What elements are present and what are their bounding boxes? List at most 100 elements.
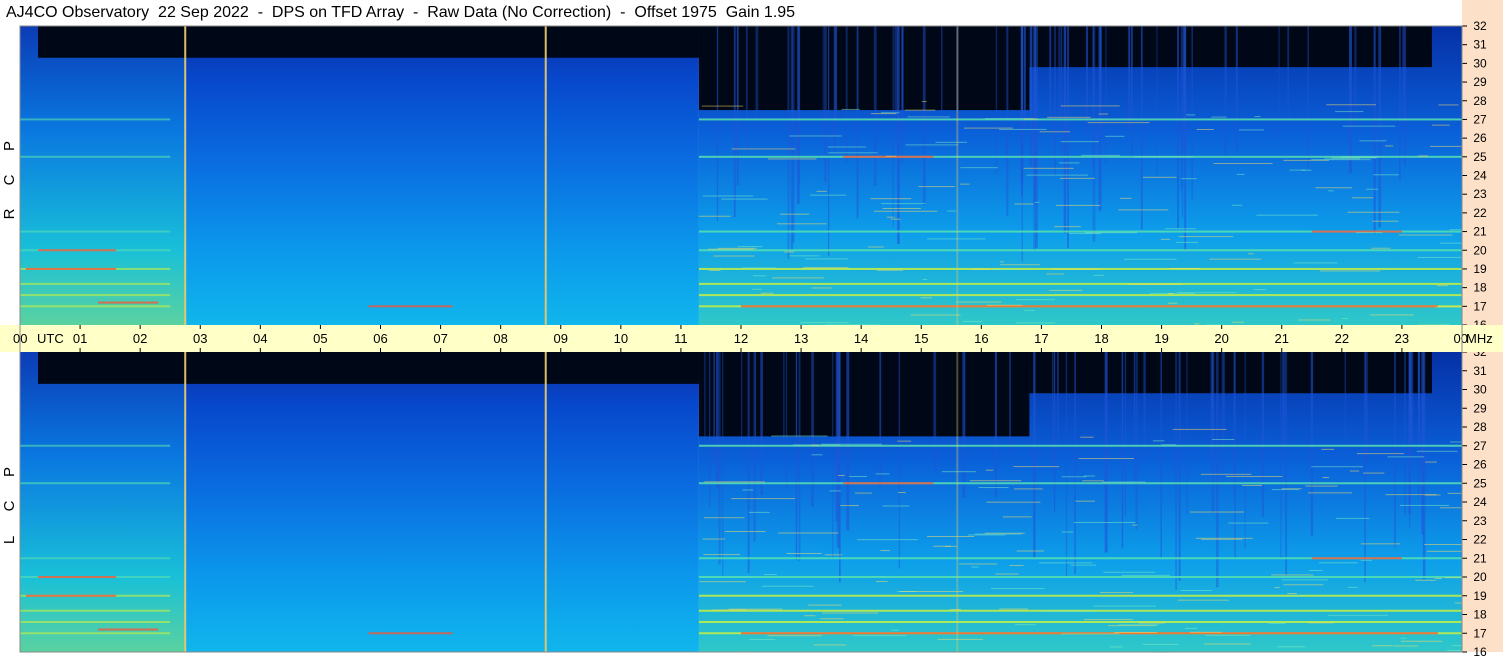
interference-streak [1364,352,1366,583]
speckle [1178,236,1234,238]
frequency-tick-label: 31 [1473,364,1487,378]
speckle [1283,584,1324,586]
speckle [752,275,767,277]
frequency-tick-label: 27 [1473,439,1487,453]
time-tick-label: 09 [554,331,568,346]
speckle [1194,323,1200,325]
interference-streak [1394,352,1396,548]
interference-streak [1033,26,1036,251]
interference-streak [1282,352,1285,448]
interference-streak [1029,26,1033,167]
speckle [990,588,1045,590]
speckle [918,186,956,188]
speckle [897,440,912,442]
speckle [813,644,847,646]
speckle [857,539,918,541]
speckle [849,476,868,478]
speckle [724,531,766,533]
dark-top-region [1029,352,1432,394]
frequency-tick-label: 28 [1473,94,1487,108]
speckle [1123,258,1177,260]
station-line [698,118,1462,121]
interference-streak [704,352,706,448]
station-line-hot [26,594,117,597]
station-line [698,282,1462,285]
speckle [875,473,890,475]
speckle [786,552,822,554]
speckle [1081,154,1121,156]
panel-lcp [20,352,1503,653]
interference-streak [1178,352,1181,581]
interference-streak [898,352,901,569]
speckle [986,501,1041,503]
speckle [963,127,1013,129]
dark-top-region [1029,26,1432,68]
interference-streak [1287,26,1290,129]
time-tick-label: 16 [974,331,988,346]
speckle [809,194,847,196]
speckle [854,492,872,494]
speckle [1203,643,1251,645]
interference-streak [1009,352,1011,460]
time-marker-line [544,352,547,652]
station-line [20,305,171,308]
speckle [1322,477,1330,479]
time-tick-label: 06 [373,331,387,346]
speckle [1436,285,1449,287]
interference-streak [792,26,795,243]
speckle [1059,162,1080,164]
time-axis-unit-label: UTC [37,331,64,346]
speckle [899,590,963,592]
interference-streak [1156,26,1158,177]
speckle [1049,289,1083,291]
speckle [713,255,755,257]
speckle [999,608,1028,610]
interference-streak [1135,352,1138,531]
speckle [1014,203,1034,205]
speckle [962,320,983,322]
interference-streak [833,26,837,151]
frequency-axis-unit-label: MHz [1466,331,1493,346]
speckle [926,535,975,537]
dark-top-region [38,352,699,384]
station-line-hot [38,576,117,578]
speckle [1120,197,1132,199]
interference-streak [1235,26,1238,151]
interference-streak [828,26,830,257]
interference-streak [1417,352,1420,498]
time-tick-label: 05 [313,331,327,346]
panel-rcp [20,26,1503,326]
speckle [760,292,774,294]
speckle [763,574,777,576]
speckle [699,581,746,583]
speckle [921,101,927,103]
speckle [707,248,754,250]
speckle [1105,135,1125,137]
station-line-hot [1311,557,1402,560]
speckle [1103,571,1156,573]
speckle [1181,178,1197,180]
speckle [1172,428,1227,430]
speckle [748,638,776,640]
speckle [1009,564,1024,566]
speckle [703,554,741,556]
speckle [1121,574,1170,576]
frequency-tick-label: 29 [1473,75,1487,89]
frequency-tick-label: 19 [1473,262,1487,276]
interference-streak [1057,352,1059,452]
speckle [1026,174,1088,176]
speckle [784,251,795,253]
time-tick-label: 03 [193,331,207,346]
speckle [1170,267,1201,269]
speckle [780,213,810,215]
speckle [1054,226,1081,228]
interference-streak [1224,26,1227,156]
time-tick-label: 04 [253,331,267,346]
speckle [1164,228,1197,230]
panel-section-day [185,26,699,325]
speckle [1274,587,1280,589]
speckle [1400,640,1443,642]
interference-streak [822,26,824,128]
panel-section-early [20,26,186,325]
frequency-tick-label: 29 [1473,401,1487,415]
